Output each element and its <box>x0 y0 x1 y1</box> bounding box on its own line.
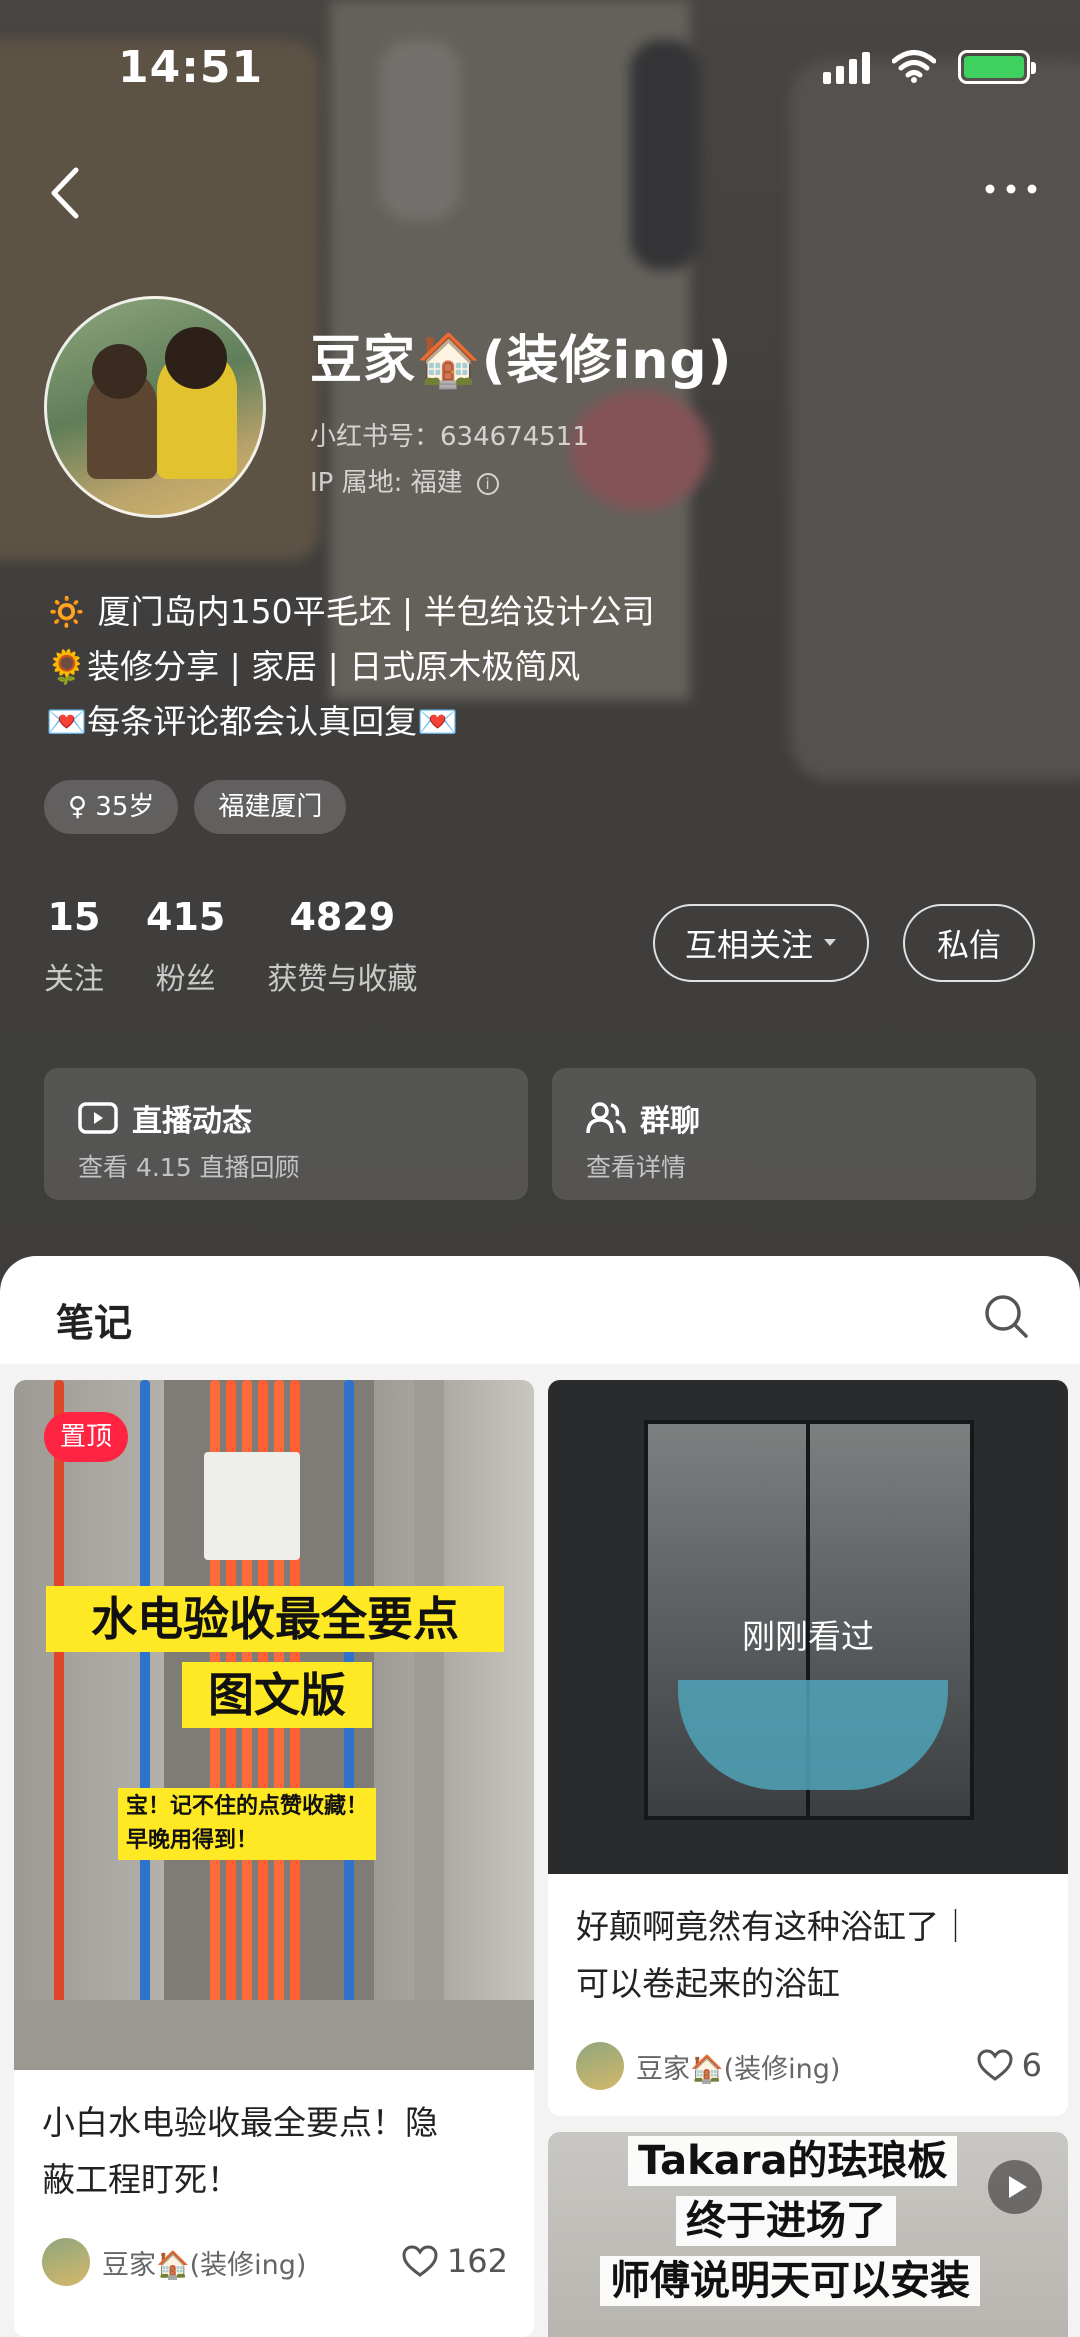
note-cover-image: 刚刚看过 <box>548 1380 1068 1874</box>
bio-line: 💌每条评论都会认真回复💌 <box>46 702 459 741</box>
status-time: 14:51 <box>118 42 264 93</box>
profile-tags: ♀ 35岁 福建厦门 <box>44 780 347 834</box>
cover-text: 终于进场了 <box>676 2196 896 2246</box>
note-author[interactable]: 豆家🏠(装修ing) <box>42 2238 306 2286</box>
more-options-icon[interactable] <box>976 164 1046 214</box>
cover-text: 师傅说明天可以安装 <box>600 2256 980 2306</box>
note-cover-image: 置顶 水电验收最全要点 图文版 宝！记不住的点赞收藏！ 早晚用得到！ <box>14 1380 534 2070</box>
cover-headline: 水电验收最全要点 <box>46 1586 504 1652</box>
cellular-signal-icon <box>823 50 870 84</box>
heart-icon <box>402 2245 438 2277</box>
live-icon <box>78 1102 118 1134</box>
profile-bio: 🔅 厦门岛内150平毛坯 | 半包给设计公司 🌻装修分享 | 家居 | 日式原木… <box>46 584 655 749</box>
live-updates-card[interactable]: 直播动态 查看 4.15 直播回顾 <box>44 1068 528 1200</box>
profile-name: 豆家🏠(装修ing) <box>310 331 733 391</box>
note-cover-image: Takara的珐琅板 终于进场了 师傅说明天可以安装 <box>548 2132 1068 2337</box>
status-bar: 14:51 <box>0 0 1080 140</box>
stat-following[interactable]: 15 关注 <box>44 892 104 998</box>
note-card[interactable]: 置顶 水电验收最全要点 图文版 宝！记不住的点赞收藏！ 早晚用得到！ 小白水电验… <box>14 1380 534 2337</box>
user-id: 小红书号：634674511 <box>310 422 589 452</box>
like-button[interactable]: 162 <box>401 2242 508 2280</box>
stat-followers[interactable]: 415 粉丝 <box>146 892 225 998</box>
pinned-badge: 置顶 <box>44 1412 129 1462</box>
battery-charging-icon <box>958 50 1036 84</box>
cover-text: Takara的珐琅板 <box>628 2136 958 2186</box>
ip-location: IP 属地: 福建 i <box>310 462 499 499</box>
stat-likes-collections[interactable]: 4829 获赞与收藏 <box>267 892 417 998</box>
wifi-icon <box>892 50 936 83</box>
back-icon[interactable] <box>40 162 90 224</box>
group-chat-card[interactable]: 群聊 查看详情 <box>552 1068 1036 1200</box>
like-button[interactable]: 6 <box>976 2046 1042 2084</box>
avatar <box>576 2042 624 2090</box>
tag-gender-age: ♀ 35岁 <box>44 780 179 834</box>
notes-panel-header <box>0 1256 1080 1364</box>
note-title: 好颠啊竟然有这种浴缸了｜ 可以卷起来的浴缸 <box>576 1907 972 2003</box>
tab-notes[interactable]: 笔记 <box>56 1292 132 1347</box>
play-icon <box>988 2160 1042 2214</box>
tag-location: 福建厦门 <box>194 780 347 834</box>
heart-icon <box>977 2049 1013 2081</box>
note-author[interactable]: 豆家🏠(装修ing) <box>576 2042 840 2090</box>
message-button[interactable]: 私信 <box>903 904 1035 982</box>
info-icon[interactable]: i <box>476 472 499 495</box>
bio-line: 🔅 厦门岛内150平毛坯 | 半包给设计公司 <box>46 592 655 631</box>
recently-viewed-label: 刚刚看过 <box>742 1617 874 1656</box>
avatar <box>42 2238 90 2286</box>
profile-stats: 15 关注 415 粉丝 4829 获赞与收藏 <box>44 892 417 998</box>
cover-subtext: 宝！记不住的点赞收藏！ 早晚用得到！ <box>118 1788 377 1860</box>
cover-headline: 图文版 <box>182 1662 372 1728</box>
note-title: 小白水电验收最全要点！隐 蔽工程盯死！ <box>42 2103 438 2199</box>
caret-down-icon <box>824 939 836 946</box>
profile-avatar[interactable] <box>44 296 266 518</box>
bio-line: 🌻装修分享 | 家居 | 日式原木极简风 <box>46 647 581 686</box>
mutual-follow-button[interactable]: 互相关注 <box>653 904 869 982</box>
note-card[interactable]: 刚刚看过 好颠啊竟然有这种浴缸了｜ 可以卷起来的浴缸 豆家🏠(装修ing) 6 <box>548 1380 1068 2116</box>
note-card[interactable]: Takara的珐琅板 终于进场了 师傅说明天可以安装 <box>548 2132 1068 2337</box>
search-icon[interactable] <box>982 1292 1030 1340</box>
group-icon <box>586 1102 626 1134</box>
